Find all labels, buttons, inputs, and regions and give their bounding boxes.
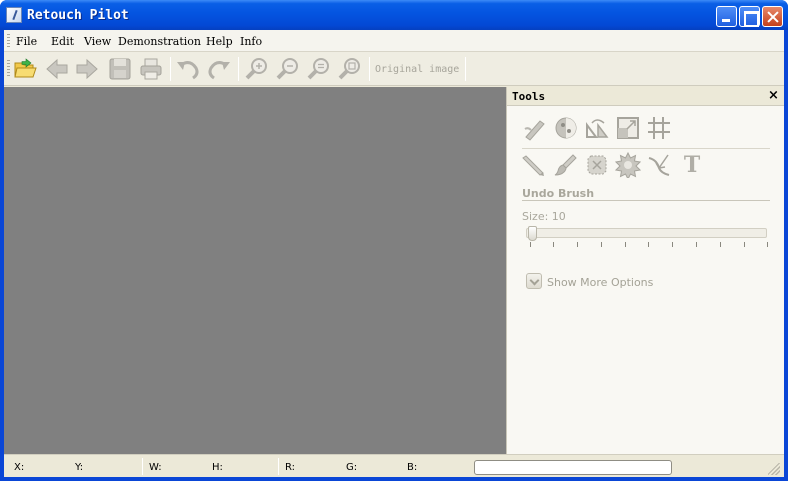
main-toolbar: Original image bbox=[4, 52, 784, 86]
maximize-button[interactable] bbox=[739, 6, 760, 27]
image-canvas[interactable] bbox=[4, 87, 506, 454]
status-separator bbox=[278, 458, 279, 475]
menu-bar: File Edit View Demonstration Help Info bbox=[4, 30, 784, 52]
crop-grid-icon[interactable] bbox=[646, 115, 672, 141]
app-window: Retouch Pilot File Edit View Demonstrati… bbox=[0, 0, 788, 481]
tool-section-title: Undo Brush bbox=[522, 187, 595, 200]
show-more-options-chevron-icon[interactable] bbox=[526, 273, 542, 289]
zoom-out-icon[interactable] bbox=[275, 56, 301, 82]
client-area: File Edit View Demonstration Help Info O… bbox=[4, 30, 784, 477]
warp-icon[interactable] bbox=[646, 152, 672, 178]
toolbar-separator bbox=[465, 57, 466, 81]
open-folder-icon[interactable] bbox=[12, 56, 38, 82]
tools-panel: Tools × T Undo Brush Size: 10 Show More … bbox=[506, 87, 784, 454]
status-b: B: bbox=[407, 462, 418, 473]
window-title: Retouch Pilot bbox=[27, 8, 129, 23]
minimize-button[interactable] bbox=[716, 6, 737, 27]
redo-icon[interactable] bbox=[206, 56, 232, 82]
menu-file[interactable]: File bbox=[16, 35, 37, 48]
original-image-toggle[interactable]: Original image bbox=[375, 64, 459, 75]
tools-panel-header: Tools × bbox=[507, 87, 784, 106]
resize-grip-icon[interactable] bbox=[768, 463, 780, 475]
resize-icon[interactable] bbox=[615, 115, 641, 141]
patch-icon[interactable] bbox=[584, 152, 610, 178]
title-bar[interactable]: Retouch Pilot bbox=[0, 0, 788, 30]
status-h: H: bbox=[212, 462, 223, 473]
status-g: G: bbox=[346, 462, 358, 473]
tool-section-divider bbox=[522, 200, 770, 201]
toolbar-grip-icon[interactable] bbox=[7, 60, 10, 78]
tools-row-divider bbox=[522, 148, 770, 149]
brush-size-label: Size: 10 bbox=[522, 210, 566, 223]
rotate-icon[interactable] bbox=[584, 115, 610, 141]
toolbar-separator bbox=[238, 57, 239, 81]
brush-size-slider-thumb[interactable] bbox=[528, 226, 537, 241]
status-y: Y: bbox=[75, 462, 84, 473]
back-arrow-icon[interactable] bbox=[44, 56, 70, 82]
tools-panel-title: Tools bbox=[512, 90, 546, 103]
status-x: X: bbox=[14, 462, 25, 473]
print-icon[interactable] bbox=[138, 56, 164, 82]
color-correction-icon[interactable] bbox=[553, 115, 579, 141]
toolbar-separator bbox=[170, 57, 171, 81]
save-icon[interactable] bbox=[107, 56, 133, 82]
brush-icon[interactable] bbox=[553, 152, 579, 178]
zoom-fit-icon[interactable] bbox=[337, 56, 363, 82]
status-bar: X: Y: W: H: R: G: B: bbox=[4, 454, 784, 477]
show-more-options-label[interactable]: Show More Options bbox=[547, 276, 653, 289]
brush-size-slider-ticks bbox=[530, 242, 768, 248]
status-w: W: bbox=[149, 462, 162, 473]
close-button[interactable] bbox=[762, 6, 783, 27]
blur-icon[interactable] bbox=[614, 151, 642, 181]
brush-size-slider[interactable] bbox=[526, 228, 767, 238]
status-separator bbox=[142, 458, 143, 475]
retouch-icon[interactable] bbox=[522, 115, 548, 141]
status-r: R: bbox=[285, 462, 296, 473]
menu-edit[interactable]: Edit bbox=[51, 35, 74, 48]
zoom-in-icon[interactable] bbox=[244, 56, 270, 82]
app-icon[interactable] bbox=[6, 7, 22, 23]
text-icon[interactable]: T bbox=[679, 152, 705, 178]
toolbar-separator bbox=[369, 57, 370, 81]
menu-info[interactable]: Info bbox=[240, 35, 262, 48]
undo-icon[interactable] bbox=[175, 56, 201, 82]
zoom-actual-icon[interactable] bbox=[306, 56, 332, 82]
pencil-icon[interactable] bbox=[522, 152, 548, 178]
menu-grip-icon[interactable] bbox=[7, 34, 10, 48]
menu-demonstration[interactable]: Demonstration bbox=[118, 35, 201, 48]
tools-panel-close-icon[interactable]: × bbox=[768, 88, 779, 103]
progress-bar bbox=[474, 460, 672, 475]
menu-help[interactable]: Help bbox=[206, 35, 233, 48]
menu-view[interactable]: View bbox=[84, 35, 111, 48]
forward-arrow-icon[interactable] bbox=[74, 56, 100, 82]
